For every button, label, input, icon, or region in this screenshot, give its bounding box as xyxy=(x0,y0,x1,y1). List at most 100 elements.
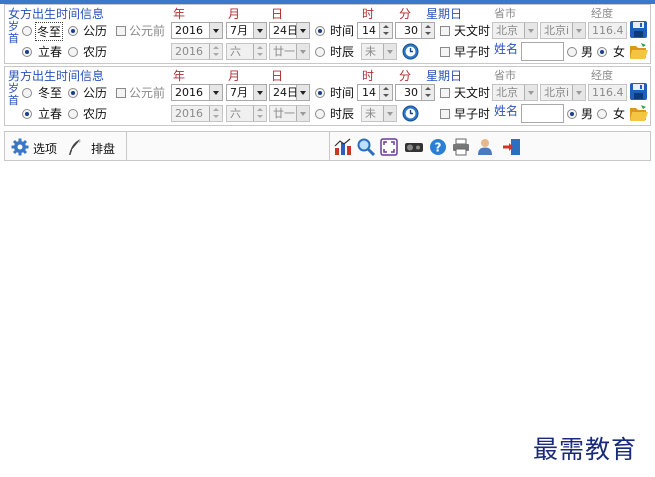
user-icon[interactable] xyxy=(476,138,494,156)
city-select[interactable]: 北京i xyxy=(540,22,586,39)
open-folder-icon[interactable] xyxy=(629,104,649,123)
chevron-down-icon[interactable] xyxy=(572,23,585,38)
name-input[interactable] xyxy=(521,104,564,123)
chevron-down-icon[interactable] xyxy=(524,85,537,100)
year-select[interactable]: 2016 xyxy=(171,22,223,39)
hour-value: 14 xyxy=(362,24,376,37)
clock-icon[interactable] xyxy=(402,105,419,122)
day-select[interactable]: 24日 xyxy=(269,22,310,39)
spinner-icon[interactable] xyxy=(253,44,266,59)
time-radio[interactable] xyxy=(315,88,325,98)
lunar-month-stepper[interactable]: 六 xyxy=(226,43,267,60)
shichen-value: 未 xyxy=(365,107,376,120)
chevron-down-icon[interactable] xyxy=(296,106,309,121)
month-select[interactable]: 7月 xyxy=(226,84,267,101)
chevron-down-icon[interactable] xyxy=(296,23,309,38)
day-select[interactable]: 24日 xyxy=(269,84,310,101)
time-radio[interactable] xyxy=(315,26,325,36)
lichun-radio[interactable] xyxy=(22,47,32,57)
longitude-header: 经度 xyxy=(591,69,613,82)
hour-stepper[interactable]: 14 xyxy=(357,84,393,101)
lunar-year-stepper[interactable]: 2016 xyxy=(171,105,223,122)
chevron-down-icon[interactable] xyxy=(253,23,266,38)
province-select[interactable]: 北京 xyxy=(492,22,538,39)
save-icon[interactable] xyxy=(629,20,648,39)
spinner-icon[interactable] xyxy=(209,106,222,121)
spinner-icon[interactable] xyxy=(421,23,434,38)
save-icon[interactable] xyxy=(629,82,648,101)
province-select[interactable]: 北京 xyxy=(492,84,538,101)
shichen-select[interactable]: 未 xyxy=(361,43,397,60)
help-icon[interactable]: ? xyxy=(429,138,447,156)
astro-time-checkbox[interactable] xyxy=(440,26,450,36)
lunar-day-select[interactable]: 廿一 xyxy=(269,105,310,122)
shichen-radio[interactable] xyxy=(315,47,325,57)
astro-time-checkbox[interactable] xyxy=(440,88,450,98)
chevron-down-icon[interactable] xyxy=(524,23,537,38)
spinner-icon[interactable] xyxy=(209,44,222,59)
spinner-icon[interactable] xyxy=(421,85,434,100)
open-folder-icon[interactable] xyxy=(629,42,649,61)
minute-value: 30 xyxy=(404,86,418,99)
dongzhi-label[interactable]: 冬至 xyxy=(35,22,64,41)
lunar-day-value: 廿一 xyxy=(273,107,295,120)
lunar-month-stepper[interactable]: 六 xyxy=(226,105,267,122)
chevron-down-icon[interactable] xyxy=(209,23,222,38)
lunar-radio[interactable] xyxy=(68,109,78,119)
solar-label: 公历 xyxy=(83,86,108,100)
lunar-radio[interactable] xyxy=(68,47,78,57)
lunar-year-value: 2016 xyxy=(175,45,203,58)
fullscreen-icon[interactable] xyxy=(380,138,398,156)
lunar-year-stepper[interactable]: 2016 xyxy=(171,43,223,60)
name-input[interactable] xyxy=(521,42,564,61)
bc-checkbox[interactable] xyxy=(116,88,126,98)
male-radio[interactable] xyxy=(567,109,577,119)
bc-checkbox[interactable] xyxy=(116,26,126,36)
lunar-month-value: 六 xyxy=(230,107,241,120)
shichen-radio[interactable] xyxy=(315,109,325,119)
longitude-field[interactable]: 116.4 xyxy=(588,84,627,101)
bc-label: 公元前 xyxy=(129,86,166,100)
chevron-down-icon[interactable] xyxy=(383,106,396,121)
chevron-down-icon[interactable] xyxy=(296,44,309,59)
print-icon[interactable] xyxy=(452,138,470,156)
solar-radio[interactable] xyxy=(68,26,78,36)
dongzhi-radio[interactable] xyxy=(22,26,32,36)
spinner-icon[interactable] xyxy=(379,23,392,38)
chevron-down-icon[interactable] xyxy=(572,85,585,100)
shichen-label: 时辰 xyxy=(330,45,355,59)
dongzhi-radio[interactable] xyxy=(22,88,32,98)
minute-value: 30 xyxy=(404,24,418,37)
chevron-down-icon[interactable] xyxy=(296,85,309,100)
chevron-down-icon[interactable] xyxy=(383,44,396,59)
female-radio[interactable] xyxy=(597,47,607,57)
year-select[interactable]: 2016 xyxy=(171,84,223,101)
clock-icon[interactable] xyxy=(402,43,419,60)
spinner-icon[interactable] xyxy=(379,85,392,100)
exit-icon[interactable] xyxy=(502,138,522,156)
zoom-icon[interactable] xyxy=(357,138,375,156)
longitude-field[interactable]: 116.4 xyxy=(588,22,627,39)
name-label: 姓名 xyxy=(494,104,519,118)
male-radio[interactable] xyxy=(567,47,577,57)
weekday-header: 星期日 xyxy=(426,7,463,21)
minute-stepper[interactable]: 30 xyxy=(395,22,435,39)
zaozi-checkbox[interactable] xyxy=(440,109,450,119)
shichen-select[interactable]: 未 xyxy=(361,105,397,122)
spinner-icon[interactable] xyxy=(253,106,266,121)
lunar-day-select[interactable]: 廿一 xyxy=(269,43,310,60)
solar-radio[interactable] xyxy=(68,88,78,98)
female-radio[interactable] xyxy=(597,109,607,119)
hour-stepper[interactable]: 14 xyxy=(357,22,393,39)
lichun-radio[interactable] xyxy=(22,109,32,119)
chevron-down-icon[interactable] xyxy=(209,85,222,100)
male-birth-panel: 男方出生时间信息 年 月 日 时 分 星期日 省市 经度 岁 首 冬至 公历 公… xyxy=(4,66,651,126)
chart-icon[interactable] xyxy=(334,138,352,156)
month-select[interactable]: 7月 xyxy=(226,22,267,39)
svg-text:?: ? xyxy=(435,141,442,155)
projector-icon[interactable] xyxy=(404,139,424,155)
city-select[interactable]: 北京i xyxy=(540,84,586,101)
chevron-down-icon[interactable] xyxy=(253,85,266,100)
minute-stepper[interactable]: 30 xyxy=(395,84,435,101)
zaozi-checkbox[interactable] xyxy=(440,47,450,57)
